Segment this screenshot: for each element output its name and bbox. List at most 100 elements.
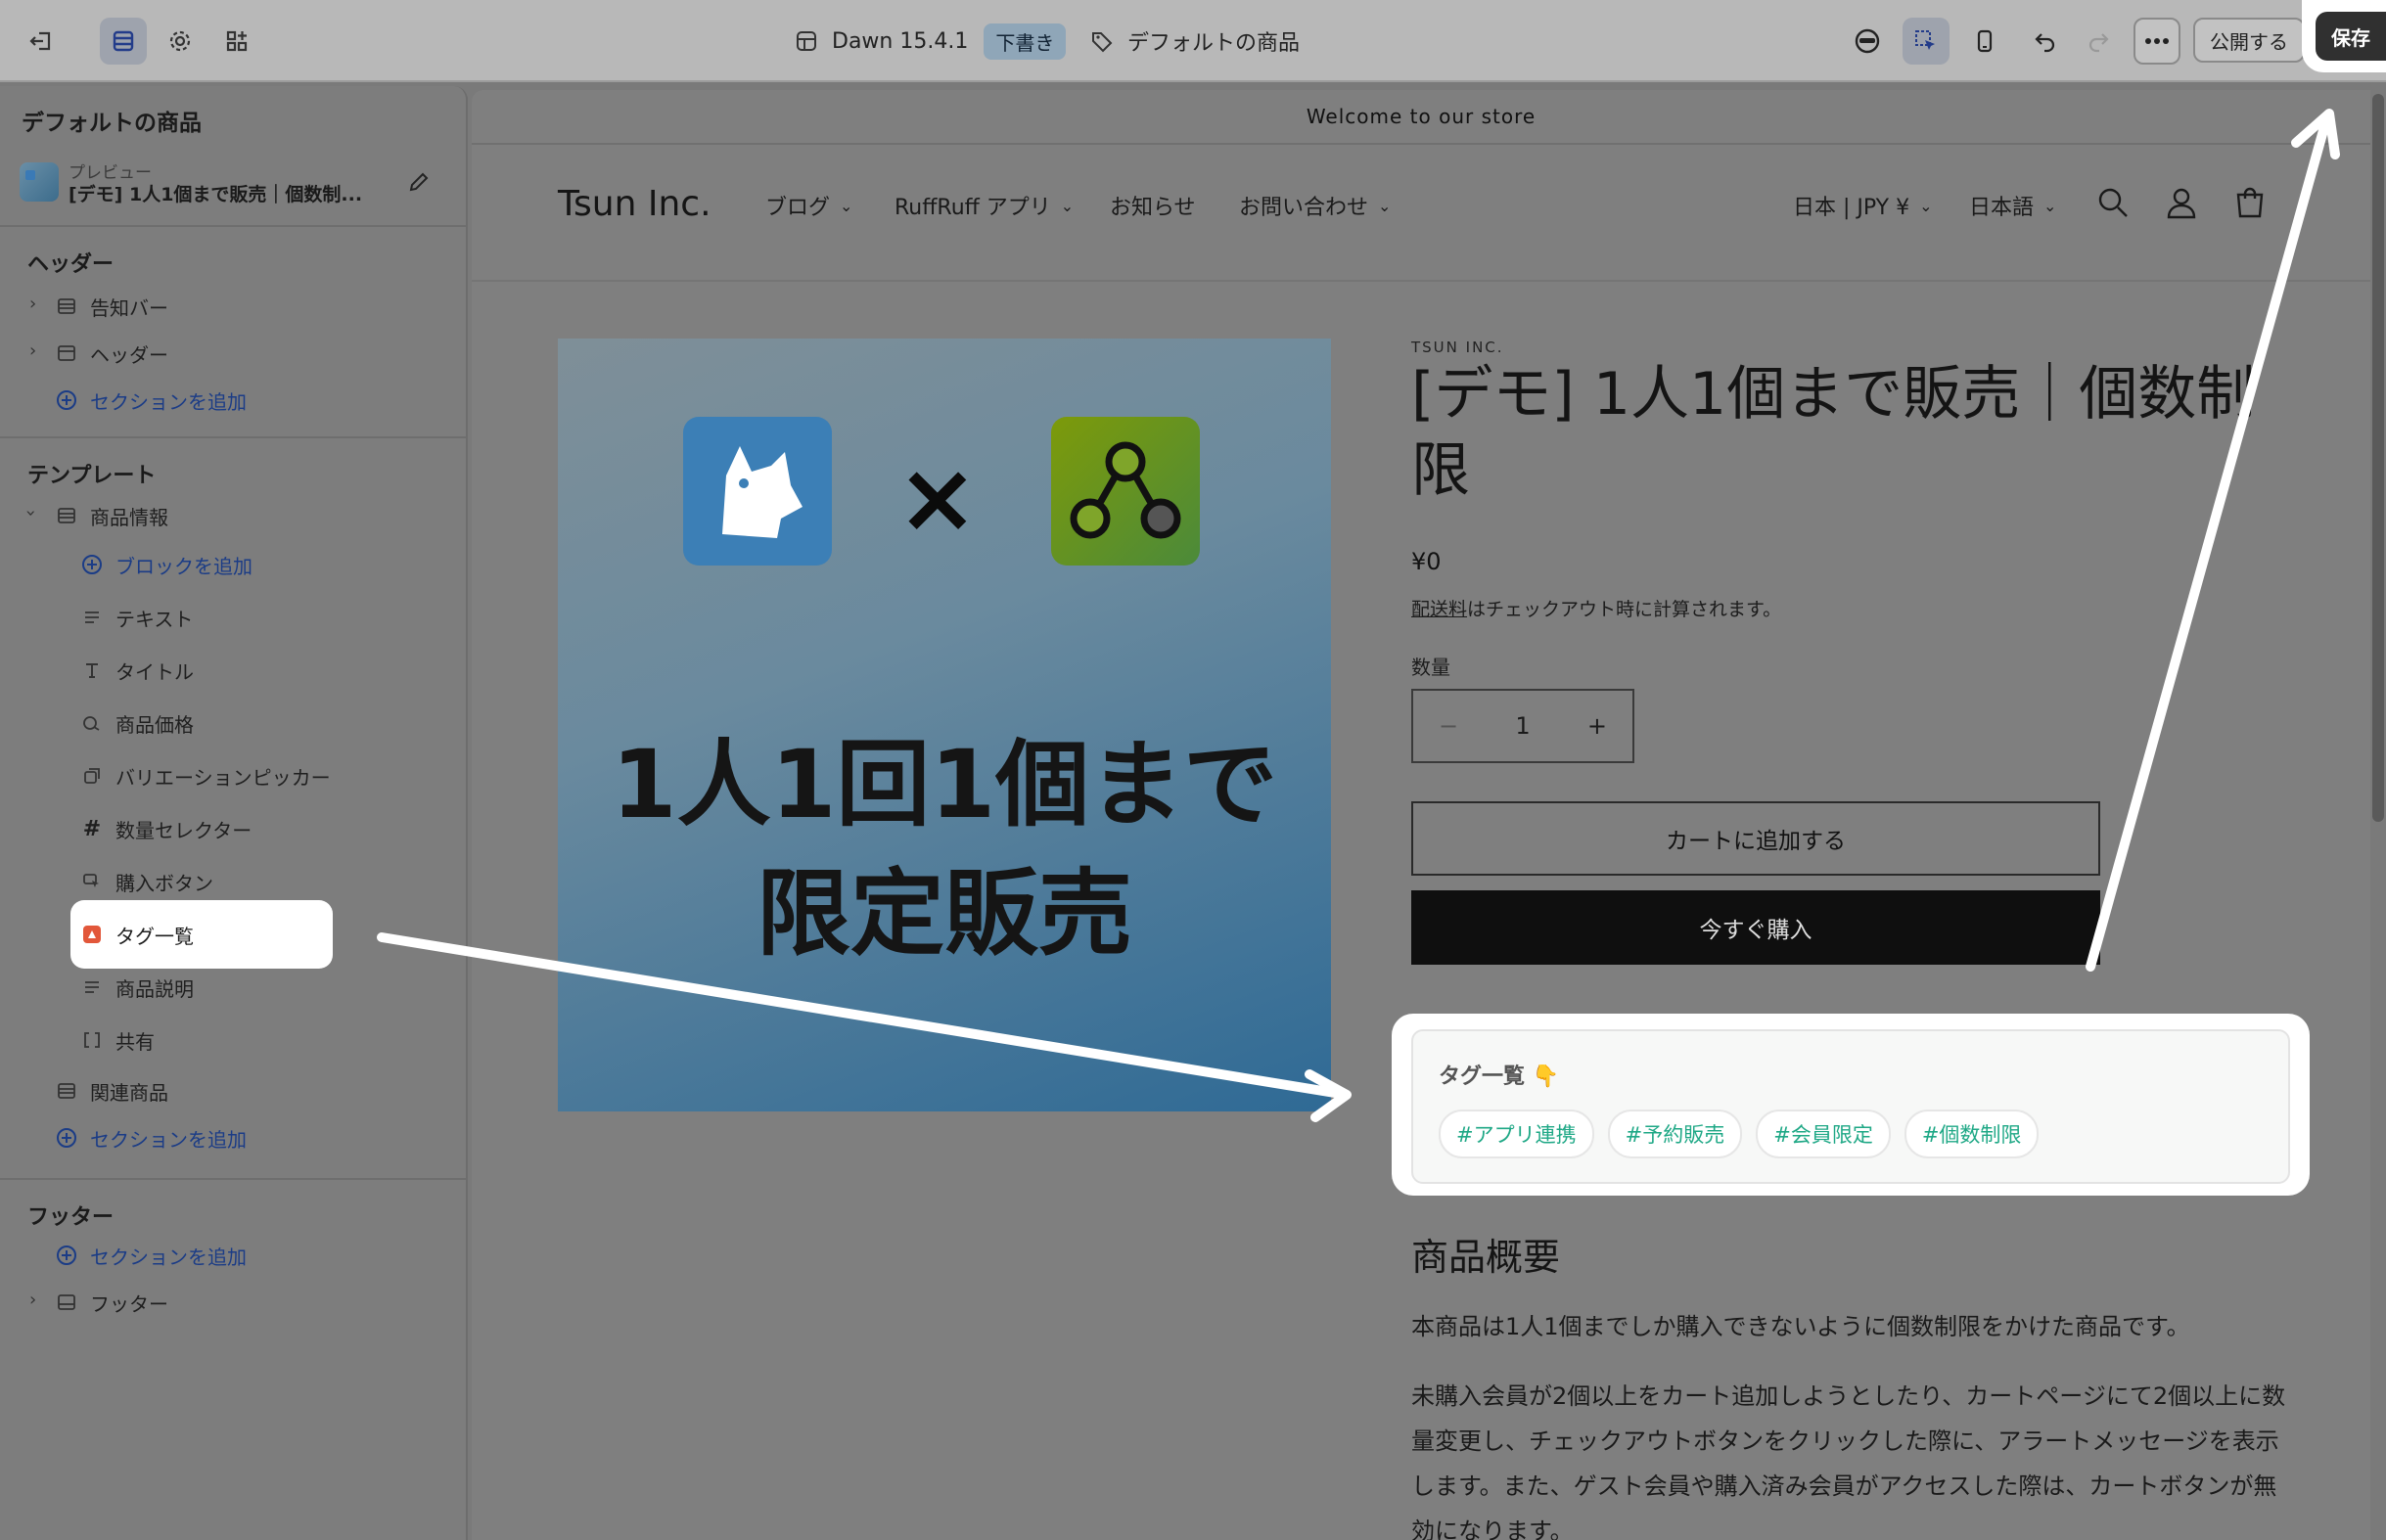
header-group-title: ヘッダー — [27, 252, 115, 277]
section-icon — [55, 294, 78, 318]
sidebar-block-price[interactable]: 商品価格 — [80, 706, 194, 740]
account-icon[interactable] — [2165, 186, 2198, 223]
quantity-input[interactable]: 1 — [1515, 712, 1530, 740]
plus-circle-icon — [55, 388, 78, 412]
divider — [0, 1178, 466, 1180]
sidebar-item-label: フッター — [90, 1291, 168, 1316]
theme-selector[interactable]: Dawn 15.4.1 下書き — [795, 0, 1067, 82]
template-selector[interactable]: デフォルトの商品 — [1090, 0, 1300, 82]
quantity-minus-button[interactable]: − — [1439, 712, 1458, 740]
apps-icon[interactable] — [213, 18, 260, 65]
image-headline: 1人1回1個まで 限定販売 — [558, 720, 1331, 978]
sections-icon[interactable] — [100, 18, 147, 65]
sidebar-item-announcement-bar[interactable]: 告知バー — [55, 290, 168, 323]
variant-icon — [80, 764, 104, 788]
chevron-down-icon: ⌄ — [840, 196, 853, 215]
sidebar-item-label: 商品情報 — [90, 505, 168, 529]
redo-icon[interactable] — [2075, 18, 2122, 65]
sidebar-block-quantity-selector[interactable]: # 数量セレクター — [80, 812, 252, 845]
more-actions-icon[interactable] — [2134, 18, 2180, 65]
tag-list: #アプリ連携 #予約販売 #会員限定 #個数制限 — [1439, 1110, 2040, 1158]
exit-icon[interactable] — [18, 18, 65, 65]
preview-product-selector[interactable]: プレビュー [デモ] 1人1個まで販売｜個数制... — [20, 157, 440, 215]
sidebar-item-product-info[interactable]: 商品情報 — [55, 499, 168, 532]
tag-chip[interactable]: #予約販売 — [1607, 1110, 1743, 1158]
preview-scrollbar[interactable] — [2372, 94, 2384, 822]
add-to-cart-button[interactable]: カートに追加する — [1411, 801, 2100, 876]
tag-chip[interactable]: #会員限定 — [1756, 1110, 1891, 1158]
chevron-right-icon[interactable]: › — [29, 294, 36, 314]
preview-product-name: [デモ] 1人1個まで販売｜個数制... — [69, 184, 363, 205]
add-block-button[interactable]: ブロックを追加 — [80, 548, 252, 581]
language-selector[interactable]: 日本語 ⌄ — [1969, 190, 2056, 221]
publish-button[interactable]: 公開する — [2193, 18, 2305, 63]
search-icon[interactable] — [2096, 186, 2130, 223]
block-label: 購入ボタン — [115, 871, 213, 895]
product-image[interactable]: × 1人1回1個まで 限定販売 — [558, 339, 1331, 1111]
chevron-right-icon[interactable]: › — [29, 1290, 36, 1310]
sidebar-block-title[interactable]: タイトル — [80, 654, 194, 687]
footer-group-title: フッター — [27, 1205, 115, 1230]
select-element-icon[interactable] — [1903, 18, 1950, 65]
tag-chip[interactable]: #個数制限 — [1904, 1110, 2040, 1158]
shipping-note: 配送料はチェックアウト時に計算されます。 — [1411, 595, 1781, 621]
section-icon — [55, 1079, 78, 1103]
sidebar-block-share[interactable]: 共有 — [80, 1023, 155, 1057]
block-label: 共有 — [115, 1029, 155, 1054]
sidebar-item-label: 告知バー — [90, 295, 168, 320]
nav-contact[interactable]: お問い合わせ ⌄ — [1239, 190, 1391, 221]
sidebar-block-text[interactable]: テキスト — [80, 601, 193, 634]
shipping-link[interactable]: 配送料 — [1411, 599, 1467, 620]
nav-news[interactable]: お知らせ — [1110, 190, 1196, 221]
section-icon — [55, 1291, 78, 1314]
connection-app-icon — [1051, 417, 1200, 566]
sidebar-block-buy-buttons[interactable]: 購入ボタン — [80, 865, 213, 898]
nav-ruffruff-app[interactable]: RuffRuff アプリ ⌄ — [895, 190, 1074, 221]
add-section-label: セクションを追加 — [90, 389, 247, 414]
shipping-note-text: はチェックアウト時に計算されます。 — [1467, 599, 1782, 620]
save-button[interactable]: 保存 — [2316, 12, 2386, 61]
add-section-label: セクションを追加 — [90, 1127, 247, 1152]
sidebar-item-header[interactable]: ヘッダー — [55, 337, 168, 370]
inspector-icon[interactable] — [1844, 18, 1891, 65]
add-section-template[interactable]: セクションを追加 — [55, 1121, 247, 1155]
section-icon — [55, 341, 78, 365]
sidebar: デフォルトの商品 プレビュー [デモ] 1人1個まで販売｜個数制... ヘッダー… — [0, 86, 468, 1540]
store-logo[interactable]: Tsun Inc. — [558, 184, 711, 224]
cart-icon[interactable] — [2233, 186, 2267, 223]
text-lines-icon — [80, 975, 104, 999]
block-label: 数量セレクター — [115, 818, 252, 842]
tag-chip[interactable]: #アプリ連携 — [1439, 1110, 1594, 1158]
chevron-down-icon[interactable]: › — [21, 510, 41, 517]
template-name: デフォルトの商品 — [1127, 31, 1301, 56]
sidebar-item-footer[interactable]: フッター — [55, 1286, 168, 1319]
layout-icon — [797, 31, 816, 51]
add-section-footer[interactable]: セクションを追加 — [55, 1239, 247, 1272]
undo-icon[interactable] — [2022, 18, 2069, 65]
store-preview: Welcome to our store Tsun Inc. ブログ ⌄ Ruff… — [472, 90, 2370, 1540]
block-label: バリエーションピッカー — [115, 765, 331, 790]
dog-app-icon — [683, 417, 832, 566]
hash-icon: # — [82, 816, 102, 841]
description-paragraph: 未購入会員が2個以上をカート追加しようとしたり、カートページにて2個以上に数量変… — [1411, 1382, 2286, 1540]
quantity-plus-button[interactable]: + — [1587, 712, 1607, 740]
pencil-icon[interactable] — [407, 170, 431, 198]
nav-label: RuffRuff アプリ — [895, 196, 1051, 220]
product-title: [デモ] 1人1個まで販売｜個数制限 — [1411, 360, 2256, 505]
sidebar-block-description[interactable]: 商品説明 — [80, 971, 194, 1004]
theme-name: Dawn 15.4.1 — [832, 28, 969, 54]
add-section-header[interactable]: セクションを追加 — [55, 384, 247, 417]
settings-icon[interactable] — [157, 18, 204, 65]
store-header: Tsun Inc. ブログ ⌄ RuffRuff アプリ ⌄ お知らせ お問い合わせ… — [472, 147, 2370, 282]
sidebar-item-related-products[interactable]: 関連商品 — [55, 1074, 168, 1108]
sidebar-block-variant-picker[interactable]: バリエーションピッカー — [80, 759, 331, 793]
add-section-label: セクションを追加 — [90, 1245, 247, 1269]
currency-selector[interactable]: 日本 | JPY ¥ ⌄ — [1793, 190, 1933, 221]
sidebar-block-tag-list[interactable]: タグ一覧 — [80, 918, 194, 951]
chevron-right-icon[interactable]: › — [29, 340, 36, 361]
nav-blog[interactable]: ブログ ⌄ — [765, 190, 852, 221]
buy-now-button[interactable]: 今すぐ購入 — [1411, 890, 2100, 965]
mobile-view-icon[interactable] — [1961, 18, 2008, 65]
product-thumbnail — [20, 162, 59, 202]
product-vendor: TSUN INC. — [1411, 339, 1504, 356]
